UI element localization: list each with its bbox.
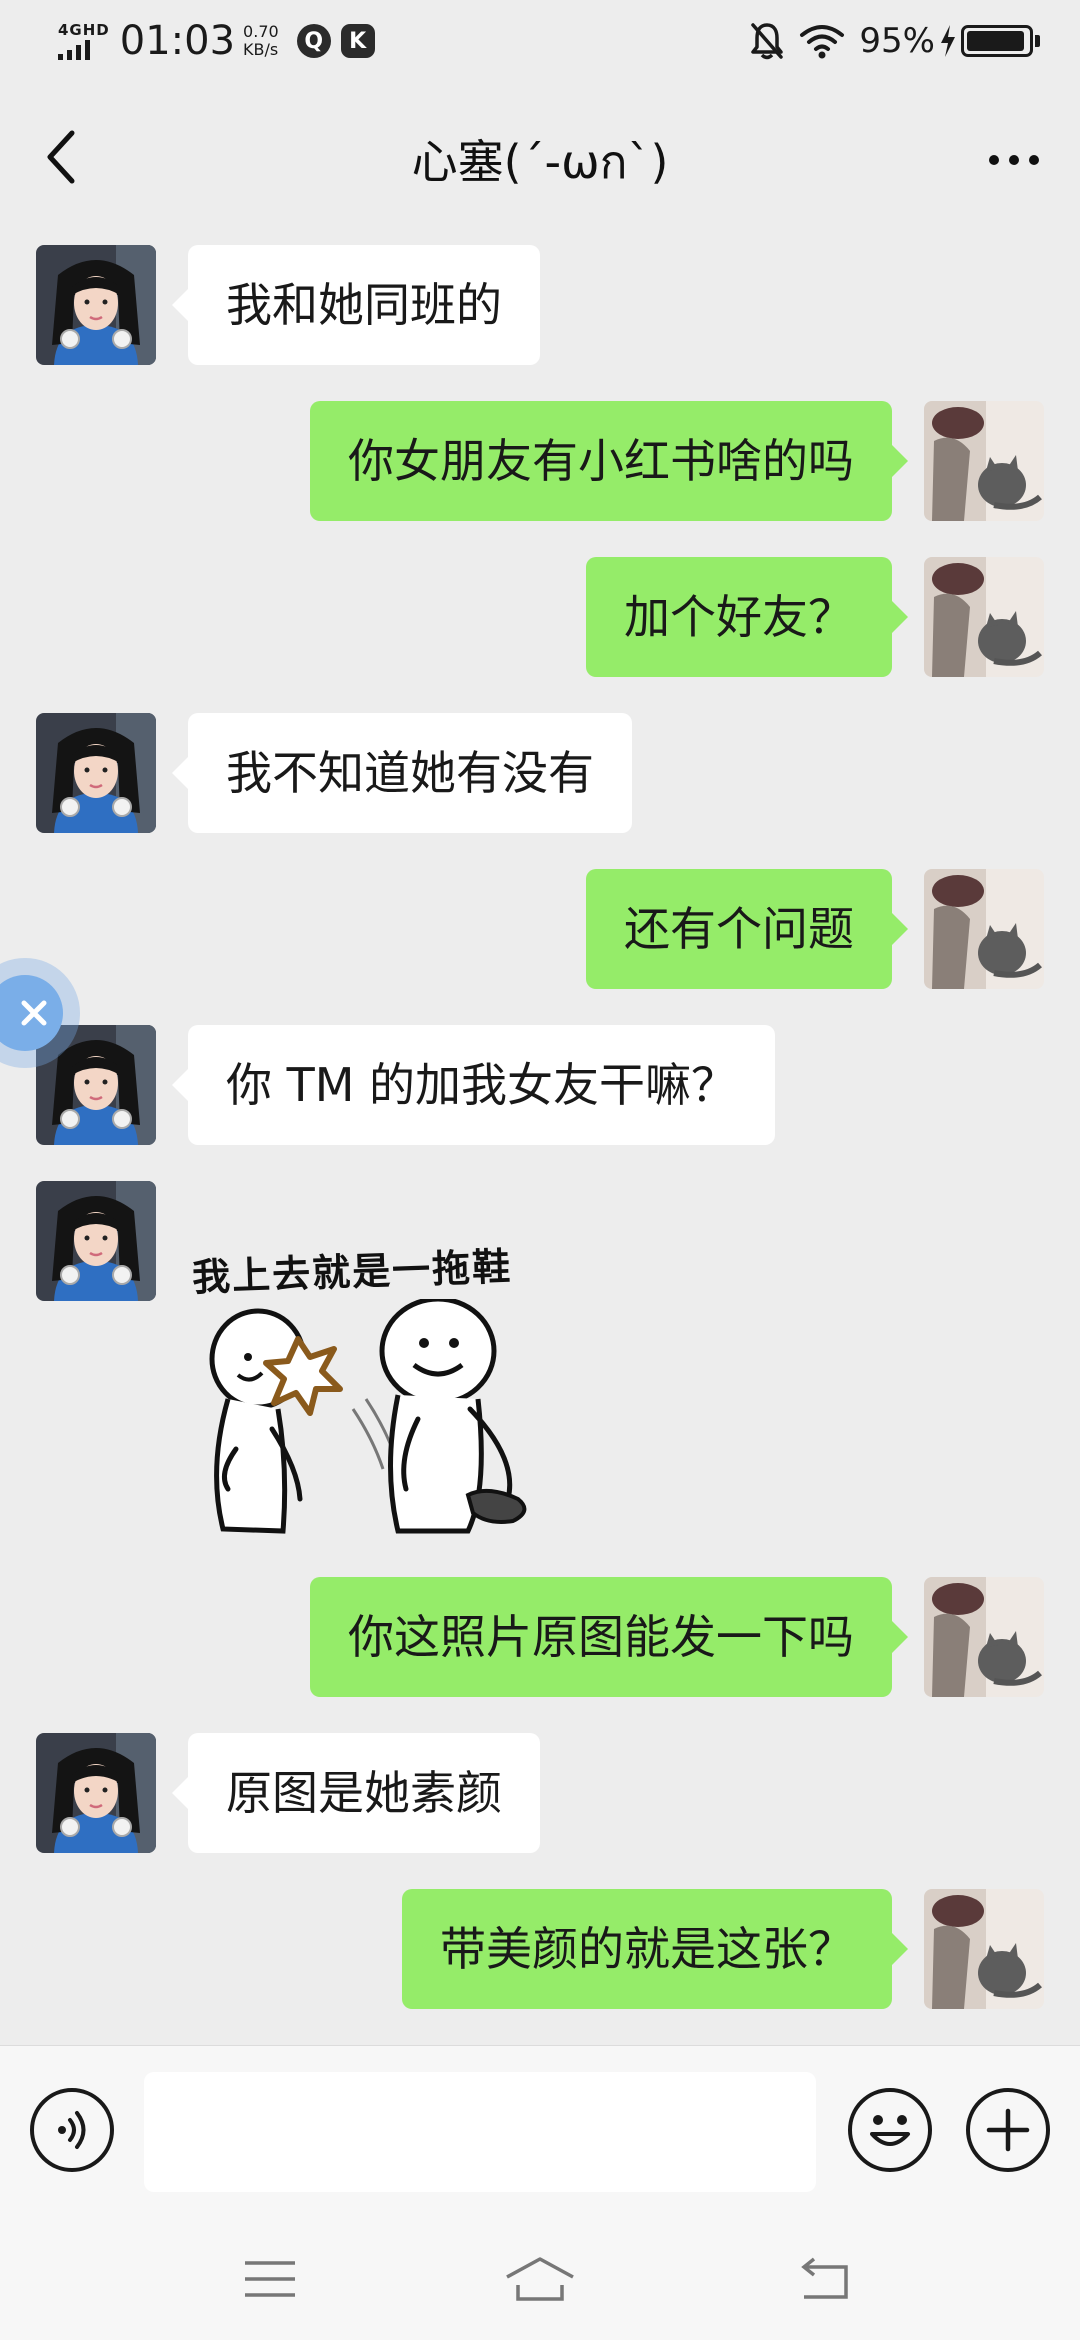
back-nav-button[interactable] bbox=[774, 2249, 874, 2309]
wifi-icon bbox=[800, 25, 845, 59]
home-icon bbox=[506, 2257, 574, 2301]
self-avatar[interactable] bbox=[924, 1889, 1044, 2009]
voice-icon bbox=[58, 2111, 86, 2149]
battery-percent: 95% bbox=[859, 21, 935, 61]
message-bubble[interactable]: 你 TM 的加我女友干嘛？ bbox=[171, 1025, 776, 1145]
voice-button[interactable] bbox=[30, 2088, 114, 2172]
message-bubble[interactable]: 带美颜的就是这张？ bbox=[402, 1889, 908, 2009]
message-bubble[interactable]: 还有个问题 bbox=[586, 869, 908, 989]
menu-icon bbox=[245, 2261, 295, 2297]
system-nav-bar bbox=[0, 2215, 1080, 2340]
self-avatar[interactable] bbox=[924, 401, 1044, 521]
message-bubble[interactable]: 我不知道她有没有 bbox=[172, 713, 632, 833]
input-bar bbox=[0, 2045, 1080, 2215]
self-avatar[interactable] bbox=[924, 1577, 1044, 1697]
battery-icon bbox=[961, 25, 1040, 57]
status-time: 01:03 bbox=[119, 18, 236, 64]
message-bubble[interactable]: 原图是她素颜 bbox=[172, 1733, 540, 1853]
sticker-message[interactable]: 我上去就是一拖鞋 bbox=[188, 1229, 558, 1545]
contact-avatar[interactable] bbox=[36, 245, 156, 365]
net-speed-value: 0.70 bbox=[243, 22, 279, 41]
message-list[interactable]: 我和她同班的 你女朋友有小红书啥的吗 加个好友？ 我不知道她有没有 还有个问题 … bbox=[0, 230, 1080, 2045]
self-avatar[interactable] bbox=[924, 557, 1044, 677]
slipper-sticker-image bbox=[209, 1299, 527, 1534]
more-dots-icon bbox=[989, 155, 999, 165]
more-button[interactable] bbox=[984, 130, 1044, 190]
close-icon bbox=[21, 1000, 47, 1026]
network-type: 4GHD bbox=[58, 20, 110, 39]
recent-apps-button[interactable] bbox=[220, 2249, 320, 2309]
app-notification-icon-1: Q bbox=[296, 24, 331, 58]
emoji-button[interactable] bbox=[848, 2088, 932, 2172]
home-button[interactable] bbox=[490, 2249, 590, 2309]
contact-avatar[interactable] bbox=[36, 1733, 156, 1853]
net-speed: 0.70 KB/s bbox=[243, 23, 279, 59]
contact-avatar[interactable] bbox=[36, 1181, 156, 1301]
status-bar: 4GHD 01:03 0.70 KB/s Q K 95% bbox=[0, 0, 1080, 82]
net-speed-unit: KB/s bbox=[243, 40, 279, 59]
message-input[interactable] bbox=[144, 2072, 816, 2192]
contact-avatar[interactable] bbox=[36, 713, 156, 833]
plus-circle-icon bbox=[986, 2108, 1030, 2152]
sticker-caption: 我上去就是一拖鞋 bbox=[191, 1244, 513, 1300]
message-bubble[interactable]: 加个好友？ bbox=[586, 557, 908, 677]
title-bar: 心塞(´-ωก`) bbox=[0, 82, 1080, 230]
signal-icon: 4GHD bbox=[58, 20, 110, 60]
message-bubble[interactable]: 你这照片原图能发一下吗 bbox=[310, 1577, 908, 1697]
chat-title: 心塞(´-ωก`) bbox=[411, 135, 669, 189]
back-nav-icon bbox=[801, 2257, 848, 2299]
more-functions-button[interactable] bbox=[966, 2088, 1050, 2172]
app-notification-icon-2: K bbox=[340, 24, 375, 58]
emoji-icon bbox=[870, 2115, 910, 2146]
charging-icon bbox=[941, 25, 955, 57]
self-avatar[interactable] bbox=[924, 869, 1044, 989]
message-bubble[interactable]: 你女朋友有小红书啥的吗 bbox=[310, 401, 908, 521]
message-bubble[interactable]: 我和她同班的 bbox=[172, 245, 540, 365]
mute-bell-icon bbox=[751, 23, 784, 60]
